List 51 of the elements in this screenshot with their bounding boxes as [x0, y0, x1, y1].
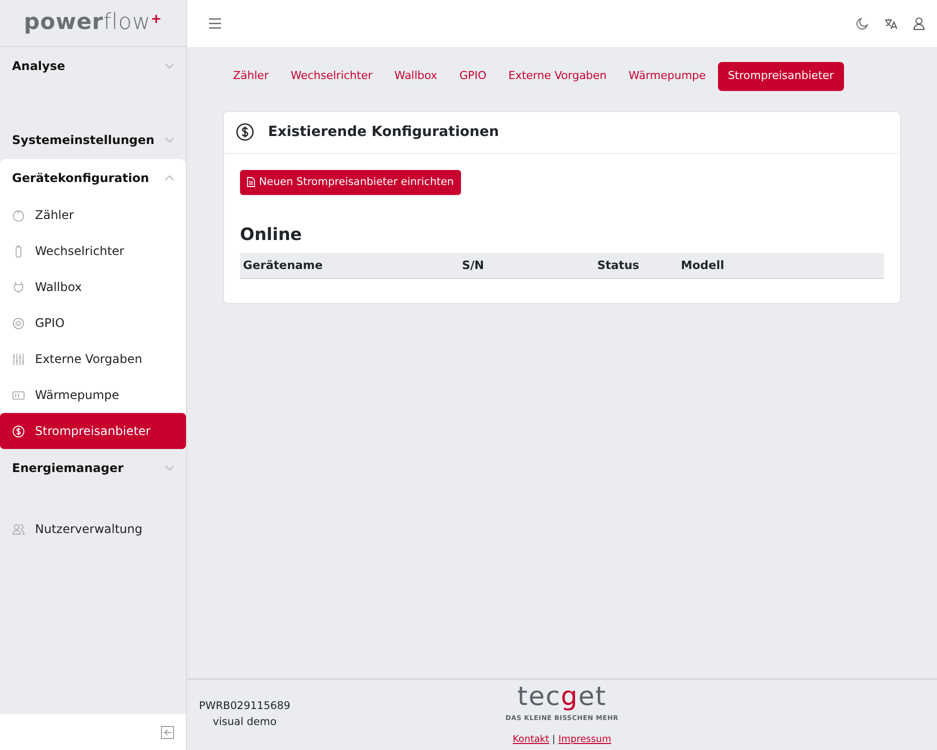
- sidebar-item[interactable]: Wärmepumpe: [0, 377, 186, 413]
- group-header[interactable]: Energiemanager: [12, 459, 124, 477]
- chevron-up-icon[interactable]: [165, 175, 174, 181]
- group-header[interactable]: Gerätekonfiguration: [12, 169, 150, 187]
- dollar-circle-icon: [12, 424, 25, 438]
- dollar-circle-icon: [236, 123, 254, 141]
- tab[interactable]: Wechselrichter: [280, 62, 382, 90]
- column-header: S/N: [458, 252, 594, 278]
- section-heading: Online: [240, 224, 303, 248]
- tab[interactable]: Strompreisanbieter: [718, 62, 844, 90]
- user-icon[interactable]: [913, 17, 925, 30]
- chevron-down-icon[interactable]: [165, 137, 174, 143]
- footer-link[interactable]: Impressum: [558, 734, 612, 746]
- footer-link[interactable]: Kontakt: [512, 734, 550, 746]
- group-header[interactable]: Systemeinstellungen: [12, 131, 154, 149]
- tab[interactable]: Wärmepumpe: [618, 62, 716, 90]
- sidebar-item[interactable]: Strompreisanbieter: [0, 413, 186, 449]
- sidebar-item[interactable]: Wallbox: [0, 269, 186, 305]
- mode-label: visual demo: [212, 715, 278, 730]
- brand-logo: tecget: [517, 682, 607, 714]
- cycle-icon: [12, 316, 25, 330]
- users-icon: [12, 522, 25, 536]
- sidebar-item[interactable]: GPIO: [0, 305, 186, 341]
- tab[interactable]: Externe Vorgaben: [498, 62, 617, 90]
- chevron-down-icon[interactable]: [165, 63, 174, 69]
- document-icon: [247, 177, 255, 188]
- heater-icon: [12, 388, 25, 402]
- column-header: Modell: [678, 252, 884, 278]
- new-provider-button[interactable]: Neuen Strompreisanbieter einrichten: [240, 170, 461, 196]
- tab[interactable]: Wallbox: [384, 62, 448, 90]
- column-header: Status: [594, 252, 678, 278]
- sidebar-item[interactable]: Zähler: [0, 197, 186, 233]
- sidebar-item[interactable]: Wechselrichter: [0, 233, 186, 269]
- translate-icon[interactable]: [884, 18, 897, 30]
- tab[interactable]: GPIO: [449, 62, 496, 90]
- powerflow-logo: powerflow$^{+}$: [24, 12, 162, 34]
- card-title: Existierende Konfigurationen: [268, 122, 499, 142]
- sidebar-item[interactable]: Nutzerverwaltung: [0, 511, 186, 547]
- chevron-down-icon[interactable]: [165, 465, 174, 471]
- device-serial: PWRB029115689: [199, 699, 290, 714]
- timer-icon: [12, 208, 25, 222]
- menu-icon[interactable]: [209, 18, 221, 29]
- sidebar-item[interactable]: Externe Vorgaben: [0, 341, 186, 377]
- tab[interactable]: Zähler: [223, 62, 279, 90]
- sliders-icon: [12, 352, 25, 366]
- plug-icon: [12, 280, 25, 294]
- collapse-sidebar-icon[interactable]: [161, 726, 174, 738]
- link-separator: |: [551, 734, 556, 746]
- column-header: Gerätename: [240, 252, 459, 278]
- moon-icon[interactable]: [856, 18, 868, 30]
- group-header[interactable]: Analyse: [12, 57, 66, 75]
